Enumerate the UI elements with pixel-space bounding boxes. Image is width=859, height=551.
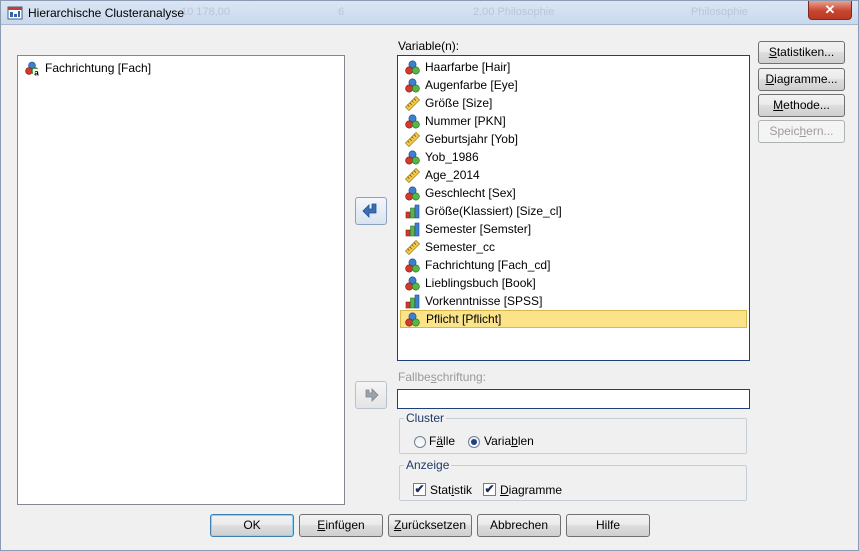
variable-item-label: Semester [Semster]: [425, 222, 532, 236]
variable-item[interactable]: Augenfarbe [Eye]: [400, 76, 747, 94]
window-title: Hierarchische Clusteranalyse: [28, 6, 185, 20]
save-button[interactable]: Speichern...: [758, 120, 845, 143]
variable-item[interactable]: Größe [Size]: [400, 94, 747, 112]
variable-item[interactable]: Geschlecht [Sex]: [400, 184, 747, 202]
nominal-icon: [405, 114, 420, 129]
variable-item-label: Geschlecht [Sex]: [425, 186, 516, 200]
background-ghost-text: 6: [338, 6, 345, 18]
variable-item[interactable]: Fachrichtung [Fach_cd]: [400, 256, 747, 274]
variables-radio-label[interactable]: Variablen: [484, 434, 534, 448]
nominal-icon: [405, 312, 420, 327]
variable-item[interactable]: Lieblingsbuch [Book]: [400, 274, 747, 292]
arrow-left-icon: [362, 203, 377, 218]
scale-icon: [404, 239, 421, 256]
cluster-group: Cluster Fälle Variablen: [399, 411, 747, 454]
spss-app-icon: [7, 6, 23, 20]
variable-item[interactable]: Größe(Klassiert) [Size_cl]: [400, 202, 747, 220]
ok-button[interactable]: OK: [210, 514, 294, 537]
scale-icon: [404, 167, 421, 184]
variables-list[interactable]: Haarfarbe [Hair] Augenfarbe [Eye] Größe [S…: [397, 55, 750, 361]
scale-icon: [404, 95, 421, 112]
case-label-caption: Fallbeschriftung:: [398, 370, 487, 384]
display-group: Anzeige ✔ Statistik ✔ Diagramme: [399, 458, 747, 501]
plots-checkbox[interactable]: ✔: [483, 483, 496, 496]
checkmark-icon: ✔: [484, 482, 495, 496]
variable-item-label: Augenfarbe [Eye]: [425, 78, 518, 92]
dialog-window: Hierarchische Clusteranalyse 10 178,00 6…: [0, 0, 859, 551]
background-ghost-text: 2,00 Philosophie: [473, 6, 555, 18]
move-label-variable-button[interactable]: [355, 381, 387, 409]
variable-item-label: Haarfarbe [Hair]: [425, 60, 511, 74]
background-ghost-text: Philosophie: [691, 6, 748, 18]
move-variable-button[interactable]: [355, 197, 387, 225]
variable-item-label: Age_2014: [425, 168, 480, 182]
cluster-group-title: Cluster: [404, 411, 447, 425]
statistics-button[interactable]: Statistiken...: [758, 41, 845, 64]
nominal-icon: [405, 276, 420, 291]
reset-button[interactable]: Zurücksetzen: [388, 514, 472, 537]
variable-item-label: Nummer [PKN]: [425, 114, 506, 128]
variable-item[interactable]: Semester [Semster]: [400, 220, 747, 238]
variable-item[interactable]: Haarfarbe [Hair]: [400, 58, 747, 76]
variable-item-label: Pflicht [Pflicht]: [426, 312, 502, 326]
cancel-button[interactable]: Abbrechen: [477, 514, 561, 537]
nominal-icon: [405, 78, 420, 93]
close-icon: ✕: [824, 2, 836, 17]
variable-item[interactable]: Vorkenntnisse [SPSS]: [400, 292, 747, 310]
variable-item-label: Semester_cc: [425, 240, 496, 254]
variable-item-label: Geburtsjahr [Yob]: [425, 132, 518, 146]
variable-item-label: Vorkenntnisse [SPSS]: [425, 294, 543, 308]
svg-text:a: a: [34, 69, 39, 77]
ordinal-icon: [405, 204, 420, 219]
variable-item[interactable]: Pflicht [Pflicht]: [400, 310, 747, 328]
close-button[interactable]: ✕: [808, 1, 852, 20]
plots-button[interactable]: Diagramme...: [758, 68, 845, 91]
help-button[interactable]: Hilfe: [566, 514, 650, 537]
variable-item-label: Fachrichtung [Fach_cd]: [425, 258, 551, 272]
title-bar[interactable]: Hierarchische Clusteranalyse 10 178,00 6…: [1, 1, 858, 25]
checkmark-icon: ✔: [414, 482, 425, 496]
variable-item[interactable]: Yob_1986: [400, 148, 747, 166]
nominal-string-icon: a: [25, 61, 40, 78]
nominal-icon: [405, 258, 420, 273]
variable-item[interactable]: Semester_cc: [400, 238, 747, 256]
variable-item-label: Größe(Klassiert) [Size_cl]: [425, 204, 562, 218]
plots-checkbox-label[interactable]: Diagramme: [500, 483, 562, 497]
nominal-icon: [405, 150, 420, 165]
source-variable-item[interactable]: a Fachrichtung [Fach]: [20, 59, 342, 78]
paste-button[interactable]: Einfügen: [299, 514, 383, 537]
ordinal-icon: [405, 294, 420, 309]
variable-item-label: Größe [Size]: [425, 96, 493, 110]
statistics-checkbox-label[interactable]: Statistik: [430, 483, 472, 497]
source-variable-list[interactable]: a Fachrichtung [Fach]: [17, 55, 345, 505]
statistics-checkbox[interactable]: ✔: [413, 483, 426, 496]
variables-label: Variable(n):: [398, 39, 460, 53]
ordinal-icon: [405, 222, 420, 237]
nominal-icon: [405, 60, 420, 75]
nominal-icon: [405, 186, 420, 201]
cases-radio[interactable]: [414, 436, 426, 448]
scale-icon: [404, 131, 421, 148]
variable-item[interactable]: Nummer [PKN]: [400, 112, 747, 130]
background-ghost-text: 10 178,00: [181, 6, 230, 18]
variable-item-label: Yob_1986: [425, 150, 479, 164]
method-button[interactable]: Methode...: [758, 94, 845, 117]
display-group-title: Anzeige: [404, 458, 452, 472]
source-variable-item-label: Fachrichtung [Fach]: [45, 61, 152, 75]
variables-radio[interactable]: [468, 436, 480, 448]
case-label-field[interactable]: [397, 389, 750, 409]
variable-item[interactable]: Geburtsjahr [Yob]: [400, 130, 747, 148]
variable-item-label: Lieblingsbuch [Book]: [425, 276, 536, 290]
variable-item[interactable]: Age_2014: [400, 166, 747, 184]
arrow-right-icon: [365, 388, 379, 402]
cases-radio-label[interactable]: Fälle: [429, 434, 455, 448]
